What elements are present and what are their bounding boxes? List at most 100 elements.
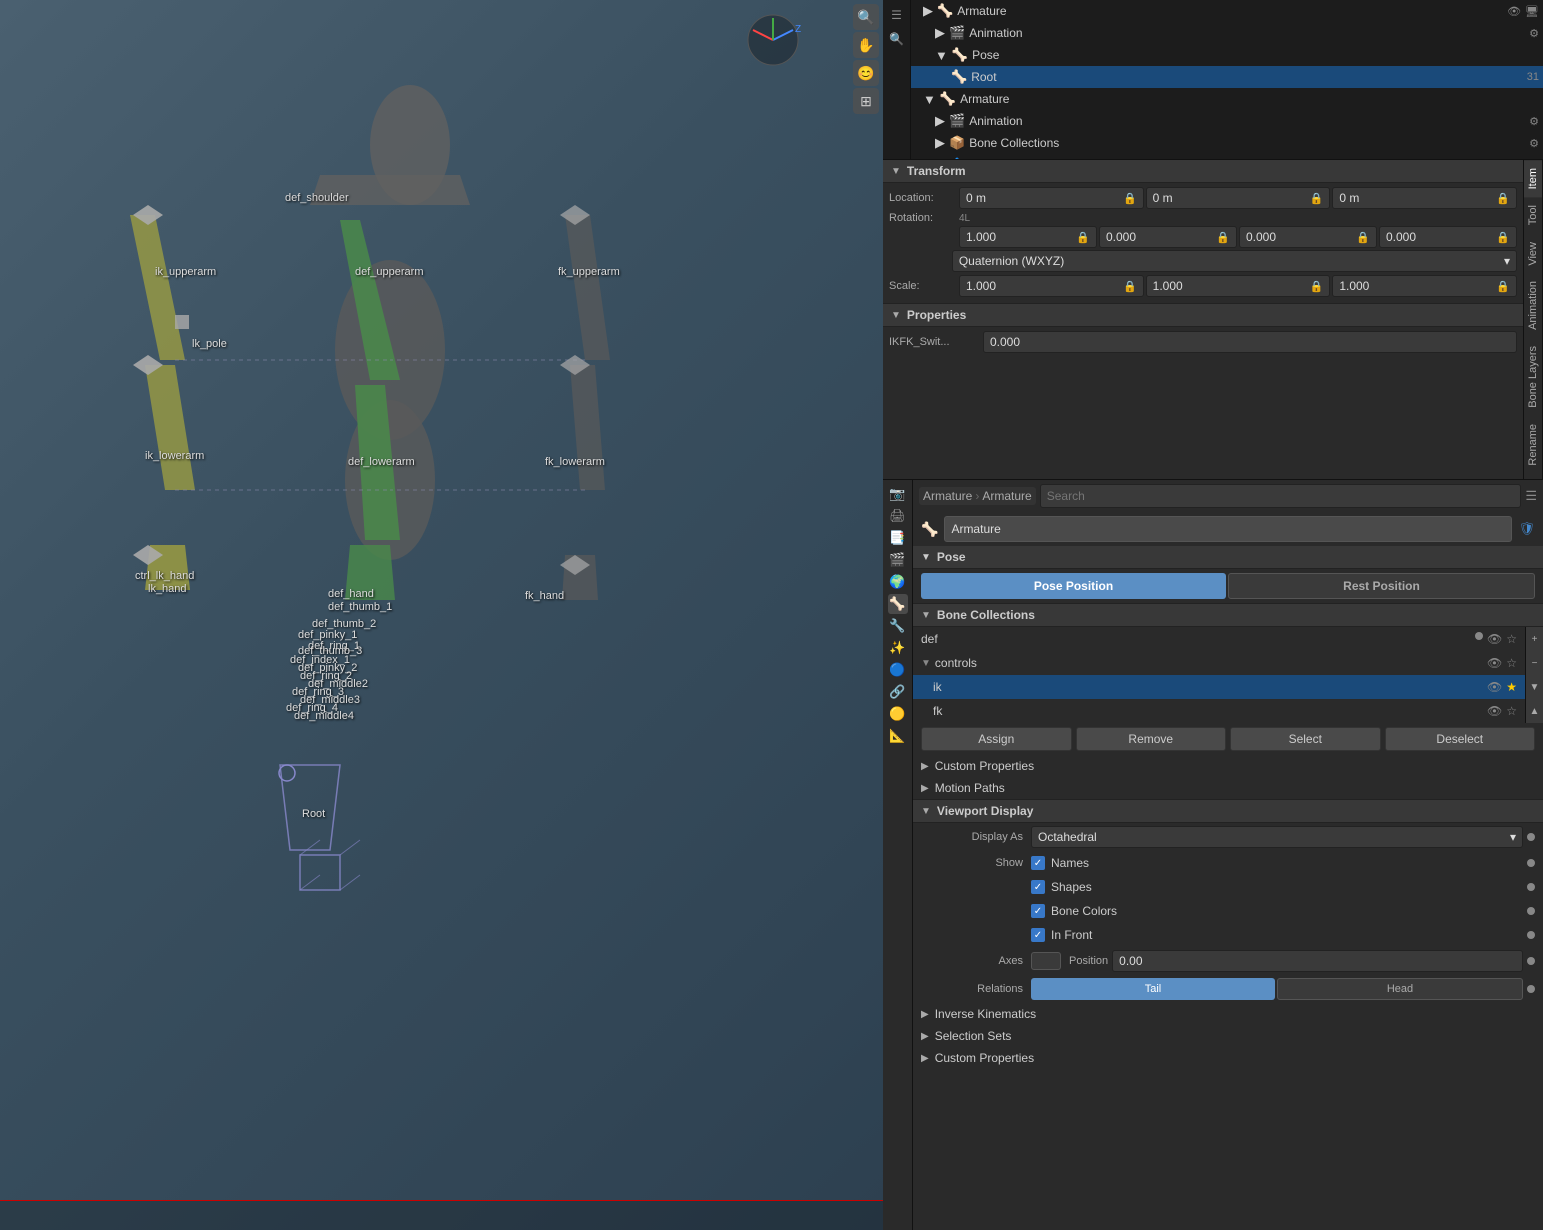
location-z[interactable]: 0 m🔒: [1332, 187, 1517, 209]
tab-animation[interactable]: Animation: [1524, 273, 1542, 338]
rotation-w[interactable]: 1.000🔒: [959, 226, 1097, 248]
scale-x[interactable]: 1.000🔒: [959, 275, 1144, 297]
nav-armature-2[interactable]: Armature: [982, 489, 1031, 503]
deselect-btn[interactable]: Deselect: [1385, 727, 1536, 751]
relations-dot[interactable]: [1527, 985, 1535, 993]
armature-name-field[interactable]: Armature: [944, 516, 1512, 542]
coll-scroll-down-btn[interactable]: ▼: [1526, 675, 1543, 699]
tab-tool[interactable]: Tool: [1524, 197, 1542, 233]
infront-dot[interactable]: [1527, 931, 1535, 939]
bone-coll-fk[interactable]: fk 👁 ☆: [913, 699, 1525, 723]
bone-coll-def[interactable]: def 👁 ☆: [913, 627, 1525, 651]
outliner-search-icon[interactable]: 🔍: [886, 28, 908, 50]
props-search-input[interactable]: [1040, 484, 1522, 508]
axes-dot[interactable]: [1527, 957, 1535, 965]
def-dot[interactable]: [1475, 632, 1483, 640]
names-dot[interactable]: [1527, 859, 1535, 867]
outliner-row-armature-1[interactable]: ▶ 🦴 Armature 👁 🖥: [911, 0, 1543, 22]
hand-icon[interactable]: ✋: [853, 32, 879, 58]
controls-eye[interactable]: 👁: [1487, 656, 1502, 670]
scale-z[interactable]: 1.000🔒: [1332, 275, 1517, 297]
infront-checkbox[interactable]: ✓ In Front: [1031, 928, 1092, 942]
mesh-screen-icon[interactable]: 🖥: [1525, 159, 1539, 160]
outliner-row-bonecoll[interactable]: ▶ 📦 Bone Collections ⚙: [911, 132, 1543, 154]
outliner-filter-icon[interactable]: ☰: [886, 4, 908, 26]
tab-bone-layers[interactable]: Bone Layers: [1524, 338, 1542, 416]
controls-star[interactable]: ☆: [1506, 656, 1517, 670]
mesh-eye-icon[interactable]: 👁: [1507, 159, 1521, 160]
constraints-icon[interactable]: 🔗: [888, 682, 908, 702]
custom-props-section[interactable]: ▶ Custom Properties: [913, 755, 1543, 777]
render-icon[interactable]: 📷: [888, 484, 908, 504]
head-btn[interactable]: Head: [1277, 978, 1523, 1000]
eye-icon-1[interactable]: 👁: [1507, 5, 1521, 18]
mesh-icon[interactable]: 📐: [888, 726, 908, 746]
pose-section-header[interactable]: ▼ Pose: [913, 546, 1543, 569]
def-star[interactable]: ☆: [1506, 632, 1517, 646]
rotation-y[interactable]: 0.000🔒: [1239, 226, 1377, 248]
outliner-row-pose[interactable]: ▼ 🦴 Pose: [911, 44, 1543, 66]
position-value[interactable]: 0.00: [1112, 950, 1523, 972]
rotation-mode-dropdown[interactable]: Quaternion (WXYZ) ▾: [952, 250, 1517, 272]
scene-icon[interactable]: 🎬: [888, 550, 908, 570]
world-icon[interactable]: 🌍: [888, 572, 908, 592]
physics-icon[interactable]: 🔵: [888, 660, 908, 680]
face-icon[interactable]: 😊: [853, 60, 879, 86]
rotation-z[interactable]: 0.000🔒: [1379, 226, 1517, 248]
nav-armature-1[interactable]: Armature: [923, 489, 972, 503]
outliner-row-animation-1[interactable]: ▶ 🎬 Animation ⚙: [911, 22, 1543, 44]
ik-star[interactable]: ★: [1506, 680, 1517, 694]
shapes-dot[interactable]: [1527, 883, 1535, 891]
viewport[interactable]: Z 🔍 ✋ 😊 ⊞: [0, 0, 883, 1230]
names-checkbox[interactable]: ✓ Names: [1031, 856, 1089, 870]
coll-remove-btn[interactable]: −: [1526, 651, 1543, 675]
motion-paths-section[interactable]: ▶ Motion Paths: [913, 777, 1543, 799]
bonecolors-checkbox[interactable]: ✓ Bone Colors: [1031, 904, 1117, 918]
rest-position-btn[interactable]: Rest Position: [1228, 573, 1535, 599]
coll-add-btn[interactable]: +: [1526, 627, 1543, 651]
output-icon[interactable]: 🖨: [888, 506, 908, 526]
object-data-icon[interactable]: 🦴: [888, 594, 908, 614]
scale-y[interactable]: 1.000🔒: [1146, 275, 1331, 297]
ik-eye[interactable]: 👁: [1487, 680, 1502, 694]
outliner-row-mesharm[interactable]: ▶ 🔷 MESH_Arm 👁 🖥: [911, 154, 1543, 159]
shapes-checkbox[interactable]: ✓ Shapes: [1031, 880, 1092, 894]
modifier-icon[interactable]: 🔧: [888, 616, 908, 636]
props-options-icon[interactable]: ☰: [1525, 488, 1537, 504]
bonecolors-dot[interactable]: [1527, 907, 1535, 915]
fk-eye[interactable]: 👁: [1487, 704, 1502, 718]
view-layer-icon[interactable]: 📑: [888, 528, 908, 548]
fk-star[interactable]: ☆: [1506, 704, 1517, 718]
axes-toggle[interactable]: [1031, 952, 1061, 970]
bone-coll-controls[interactable]: ▼ controls 👁 ☆: [913, 651, 1525, 675]
grid-icon[interactable]: ⊞: [853, 88, 879, 114]
bone-coll-ik[interactable]: ik 👁 ★: [913, 675, 1525, 699]
screen-icon-1[interactable]: 🖥: [1525, 5, 1539, 18]
ikfk-value[interactable]: 0.000: [983, 331, 1517, 353]
armature-options-icon[interactable]: 🛡: [1518, 521, 1535, 537]
outliner-row-armature-2[interactable]: ▼ 🦴 Armature: [911, 88, 1543, 110]
coll-scroll-up-btn[interactable]: ▲: [1526, 699, 1543, 723]
rotation-x[interactable]: 0.000🔒: [1099, 226, 1237, 248]
display-as-dot[interactable]: [1527, 833, 1535, 841]
outliner-row-animation-2[interactable]: ▶ 🎬 Animation ⚙: [911, 110, 1543, 132]
select-btn[interactable]: Select: [1230, 727, 1381, 751]
zoom-icon[interactable]: 🔍: [853, 4, 879, 30]
location-y[interactable]: 0 m🔒: [1146, 187, 1331, 209]
selection-sets-section[interactable]: ▶ Selection Sets: [913, 1025, 1543, 1047]
tab-rename[interactable]: Rename: [1524, 416, 1542, 474]
display-as-dropdown[interactable]: Octahedral ▾: [1031, 826, 1523, 848]
object-props-icon[interactable]: 🟡: [888, 704, 908, 724]
assign-btn[interactable]: Assign: [921, 727, 1072, 751]
tab-item[interactable]: Item: [1524, 160, 1542, 197]
particles-icon[interactable]: ✨: [888, 638, 908, 658]
inverse-kinematics-section[interactable]: ▶ Inverse Kinematics: [913, 1003, 1543, 1025]
custom-properties-bottom-section[interactable]: ▶ Custom Properties: [913, 1047, 1543, 1069]
pose-position-btn[interactable]: Pose Position: [921, 573, 1226, 599]
tail-btn[interactable]: Tail: [1031, 978, 1275, 1000]
location-x[interactable]: 0 m🔒: [959, 187, 1144, 209]
remove-btn[interactable]: Remove: [1076, 727, 1227, 751]
def-eye[interactable]: 👁: [1487, 632, 1502, 646]
tab-view[interactable]: View: [1524, 234, 1542, 274]
outliner-row-root[interactable]: 🦴 Root 31: [911, 66, 1543, 88]
